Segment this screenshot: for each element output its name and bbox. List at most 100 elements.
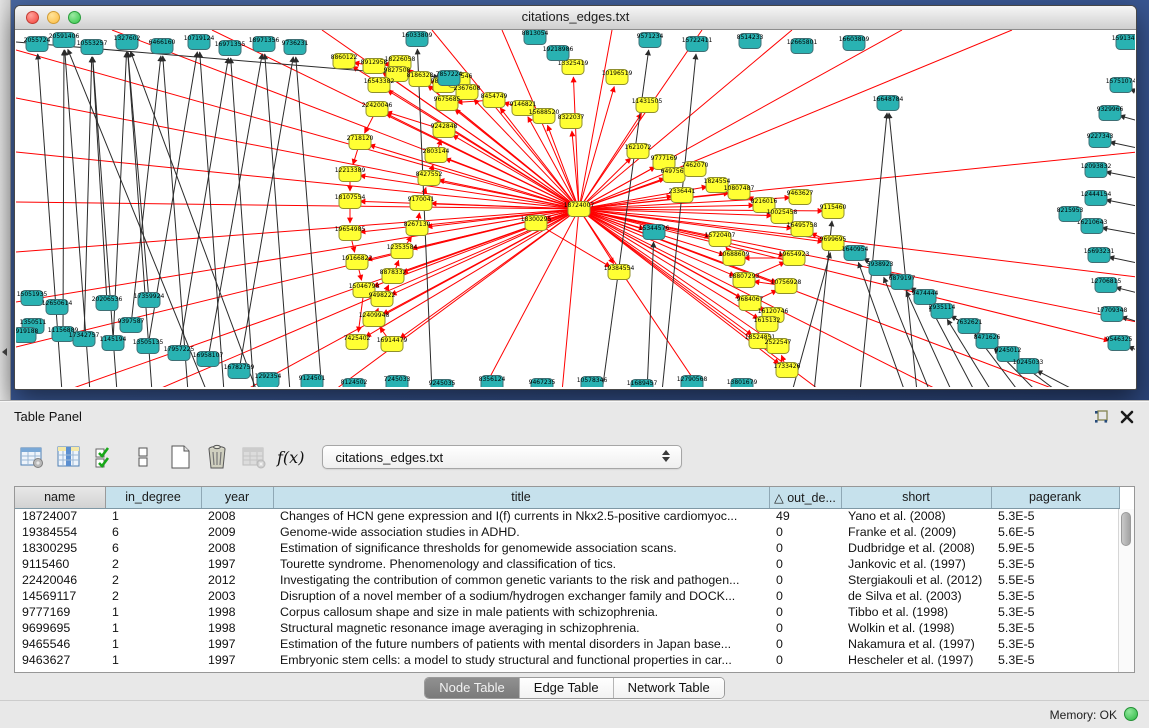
network-node[interactable]: 13325419 — [558, 60, 589, 75]
network-node[interactable]: 11689457 — [627, 380, 658, 388]
network-view[interactable]: 1872400788601228912958182260589827508165… — [16, 30, 1135, 388]
memory-ok-icon[interactable] — [1124, 707, 1138, 721]
column-header-pagerank[interactable]: pagerank — [991, 487, 1119, 508]
network-svg[interactable]: 1872400788601228912958182260589827508165… — [16, 30, 1135, 387]
cell-pagerank[interactable]: 5.5E-5 — [991, 572, 1119, 588]
cell-short[interactable]: Dudbridge et al. (2008) — [841, 540, 991, 556]
cell-pagerank[interactable]: 5.3E-5 — [991, 620, 1119, 636]
network-node[interactable]: 16495758 — [787, 222, 818, 237]
cell-name[interactable]: 19384554 — [15, 524, 105, 540]
network-node[interactable]: 18971356 — [249, 37, 280, 52]
select-all-icon[interactable] — [90, 441, 122, 473]
cell-name[interactable]: 9777169 — [15, 604, 105, 620]
network-node[interactable]: 6466160 — [149, 39, 176, 54]
network-node[interactable]: 16958107 — [193, 352, 224, 367]
cell-short[interactable]: Jankovic et al. (1997) — [841, 556, 991, 572]
network-node[interactable]: 10553257 — [77, 40, 108, 55]
network-node[interactable]: 16543382 — [364, 78, 395, 93]
cell-year[interactable]: 2003 — [201, 588, 273, 604]
cell-title[interactable]: Embryonic stem cells: a model to study s… — [273, 652, 769, 668]
table-scrollbar[interactable] — [1118, 509, 1134, 672]
cell-out_degree[interactable]: 0 — [769, 588, 841, 604]
delete-table-icon[interactable] — [238, 441, 270, 473]
cell-name[interactable]: 9699695 — [15, 620, 105, 636]
cell-name[interactable]: 18300295 — [15, 540, 105, 556]
cell-name[interactable]: 14569117 — [15, 588, 105, 604]
network-node[interactable]: 12650614 — [42, 300, 73, 315]
network-node[interactable]: 19218986 — [543, 46, 574, 61]
network-node[interactable]: 7632621 — [956, 319, 983, 334]
network-node[interactable]: 19166822 — [342, 255, 373, 270]
network-node[interactable]: 18807293 — [729, 273, 760, 288]
network-node[interactable]: 20591406 — [49, 33, 80, 48]
cell-out_degree[interactable]: 0 — [769, 572, 841, 588]
network-node[interactable]: 1145194 — [100, 336, 127, 351]
network-node[interactable]: 8124502 — [341, 379, 368, 388]
network-node[interactable]: 9124501 — [299, 375, 326, 388]
network-node[interactable]: 9546325 — [1106, 336, 1133, 351]
network-node[interactable]: 12790568 — [677, 376, 708, 388]
network-node[interactable]: 2718120 — [347, 135, 374, 150]
cell-title[interactable]: Structural magnetic resonance image aver… — [273, 620, 769, 636]
cell-year[interactable]: 1997 — [201, 636, 273, 652]
tab-edge-table[interactable]: Edge Table — [520, 678, 614, 698]
cell-title[interactable]: Investigating the contribution of common… — [273, 572, 769, 588]
cell-year[interactable]: 2009 — [201, 524, 273, 540]
cell-in_degree[interactable]: 6 — [105, 540, 201, 556]
cell-out_degree[interactable]: 0 — [769, 604, 841, 620]
network-node[interactable]: 12409948 — [359, 312, 390, 327]
network-node[interactable]: 2055724 — [24, 37, 51, 52]
network-node[interactable]: 6879197 — [889, 275, 916, 290]
cell-in_degree[interactable]: 1 — [105, 508, 201, 524]
network-node[interactable]: 18300295 — [521, 216, 552, 231]
network-node[interactable]: 10196519 — [602, 70, 633, 85]
network-node[interactable]: 15722411 — [682, 37, 713, 52]
network-node[interactable]: 9463627 — [787, 190, 814, 205]
cell-pagerank[interactable]: 5.3E-5 — [991, 604, 1119, 620]
function-builder-icon[interactable]: f(x) — [277, 448, 304, 467]
cell-pagerank[interactable]: 5.3E-5 — [991, 652, 1119, 668]
network-node[interactable]: 10756928 — [771, 279, 802, 294]
network-node[interactable]: 7462070 — [682, 162, 709, 177]
close-panel-icon[interactable] — [1119, 409, 1135, 425]
cell-out_degree[interactable]: 0 — [769, 636, 841, 652]
network-node[interactable]: 12444154 — [1081, 191, 1112, 206]
network-node[interactable]: 12665801 — [787, 39, 818, 54]
cell-in_degree[interactable]: 2 — [105, 572, 201, 588]
cell-year[interactable]: 2008 — [201, 508, 273, 524]
cell-title[interactable]: Tourette syndrome. Phenomenology and cla… — [273, 556, 769, 572]
network-node[interactable]: 9245035 — [429, 380, 456, 388]
network-node[interactable]: 9170041 — [408, 196, 435, 211]
cell-in_degree[interactable]: 2 — [105, 588, 201, 604]
network-node[interactable]: 2803144 — [423, 148, 450, 163]
network-node[interactable]: 10245033 — [1013, 359, 1044, 374]
column-header-name[interactable]: name — [15, 487, 105, 508]
zoom-button[interactable] — [68, 11, 81, 24]
network-node[interactable]: 8186328 — [407, 72, 434, 87]
tab-network-table[interactable]: Network Table — [614, 678, 724, 698]
network-node[interactable]: 15344576 — [639, 225, 670, 240]
cell-year[interactable]: 2008 — [201, 540, 273, 556]
network-node[interactable]: 1615132 — [754, 317, 781, 332]
cell-title[interactable]: Changes of HCN gene expression and I(f) … — [273, 508, 769, 524]
network-node[interactable]: 12706815 — [1091, 278, 1122, 293]
network-node[interactable]: 18724007 — [564, 202, 595, 217]
network-node[interactable]: 16782759 — [224, 364, 255, 379]
network-node[interactable]: 2336441 — [669, 188, 696, 203]
network-node[interactable]: 11431505 — [632, 98, 663, 113]
network-node[interactable]: 1733426 — [774, 363, 801, 378]
cell-year[interactable]: 1998 — [201, 620, 273, 636]
network-node[interactable]: 13801679 — [727, 379, 758, 388]
cell-title[interactable]: Disruption of a novel member of a sodium… — [273, 588, 769, 604]
network-node[interactable]: 8356124 — [479, 376, 506, 388]
network-node[interactable]: 16033809 — [402, 32, 433, 47]
network-node[interactable]: 9498222 — [369, 292, 396, 307]
new-column-icon[interactable] — [164, 441, 196, 473]
cell-name[interactable]: 9115460 — [15, 556, 105, 572]
network-node[interactable]: 16603809 — [839, 36, 870, 51]
cell-name[interactable]: 18724007 — [15, 508, 105, 524]
cell-pagerank[interactable]: 5.3E-5 — [991, 636, 1119, 652]
cell-short[interactable]: Tibbo et al. (1998) — [841, 604, 991, 620]
network-node[interactable]: 1640954 — [842, 246, 869, 261]
column-header-out_degree[interactable]: △ out_de... — [769, 487, 841, 508]
